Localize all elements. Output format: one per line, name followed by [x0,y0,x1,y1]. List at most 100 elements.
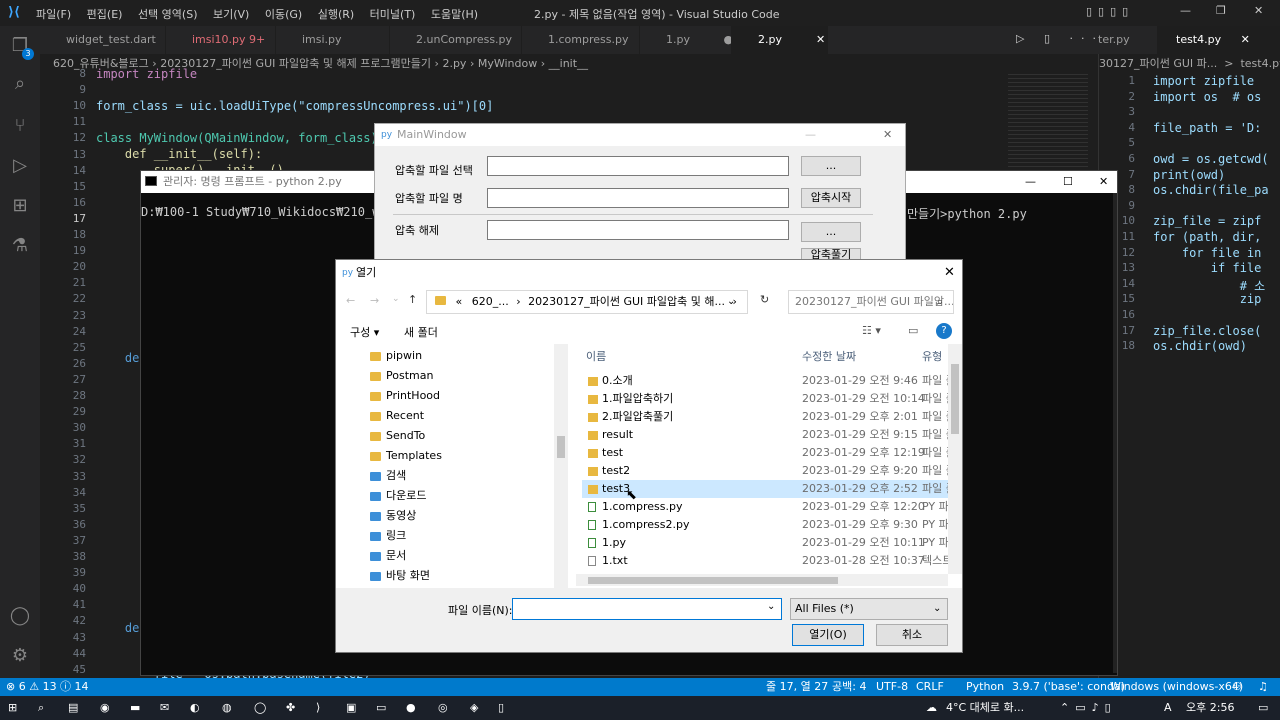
app-icon[interactable]: ▣ [346,696,356,720]
tree-item[interactable]: Postman [370,366,433,386]
edge-icon[interactable]: ◐ [190,696,200,720]
dialog-close-button[interactable]: ✕ [944,260,955,286]
qt-main-window[interactable]: py MainWindow — ✕ 압축할 파일 선택 ... 압축할 파일 명… [374,123,906,263]
task-view-icon[interactable]: ▤ [68,696,78,720]
encoding[interactable]: UTF-8 [876,678,908,696]
tray-icons[interactable]: ⌃▭♪▯ [1060,696,1117,720]
preview-pane-icon[interactable]: ▭ [908,324,918,337]
app-icon[interactable]: ● [406,696,416,720]
address-bar[interactable]: « 620_... › 20230127_파이썬 GUI 파일압축 및 해...… [426,290,748,314]
compress-start-button[interactable]: 압축시작 [801,188,861,208]
open-button[interactable]: 열기(O) [792,624,864,646]
file-row[interactable]: 2.파일압축풀기2023-01-29 오후 2:01파일 폴더 [582,408,952,426]
tab-close-icon[interactable]: ✕ [816,33,825,46]
app-icon[interactable]: ✤ [286,696,295,720]
breadcrumb-class[interactable]: MyWindow [478,57,537,70]
cmd-close-button[interactable]: ✕ [1099,171,1108,193]
chrome-icon[interactable]: ◉ [100,696,110,720]
browse-extract-button[interactable]: ... [801,222,861,242]
search-icon[interactable]: ⌕ [8,72,32,96]
tab-2py[interactable]: 2.py ✕ [732,26,828,54]
open-file-dialog[interactable]: py 열기 ✕ ← → ⌄ ↑ « 620_... › 20230127_파이썬… [335,259,963,653]
tab-uncompress[interactable]: 2.unCompress.py [390,26,522,54]
clock[interactable]: 오후 2:56 [1186,696,1234,720]
indentation[interactable]: 공백: 4 [832,678,866,696]
editor-actions[interactable]: ▷ ▯ ··· [1016,32,1104,45]
ime-indicator[interactable]: A [1164,696,1172,720]
refresh-icon[interactable]: ↻ [760,293,769,306]
extensions-icon[interactable]: ⊞ [8,194,32,218]
restore-button[interactable]: ❐ [1216,4,1226,17]
explorer-app-icon[interactable]: ▬ [130,696,140,720]
file-list[interactable]: 이름 수정한 날짜 유형 0.소개2023-01-29 오전 9:46파일 폴더… [576,344,954,588]
extract-file-input[interactable] [487,220,789,240]
notification-icon[interactable]: ▭ [1258,696,1268,720]
tree-item[interactable]: 검색 [370,466,406,486]
file-row[interactable]: test2023-01-29 오후 12:19파일 폴더 [582,444,952,462]
help-icon[interactable]: ? [936,323,952,339]
column-type[interactable]: 유형 [922,348,942,364]
address-separator[interactable]: › [516,295,520,308]
tree-item[interactable]: 동영상 [370,506,416,526]
tab-imsi10[interactable]: imsi10.py 9+ [166,26,276,54]
file-row[interactable]: test32023-01-29 오후 2:52파일 폴더 [582,480,952,498]
cmd-minimize-button[interactable]: — [1025,171,1036,193]
tab-imsi[interactable]: imsi.py [276,26,390,54]
organize-button[interactable]: 구성 ▾ [350,324,379,340]
settings-gear-icon[interactable]: ⚙ [8,644,32,668]
navigation-tree[interactable]: pipwin Postman PrintHood Recent SendTo Templa… [336,344,568,588]
up-arrow-icon[interactable]: ↑ [408,293,417,306]
vscode-taskbar-icon[interactable]: ⟩ [316,696,320,720]
account-icon[interactable]: ◯ [8,604,32,628]
taskbar-search-icon[interactable]: ⌕ [38,696,44,720]
qt-close-button[interactable]: ✕ [883,124,892,146]
language-mode[interactable]: Python [966,678,1004,696]
menu-terminal[interactable]: 터미널(T) [370,6,416,22]
terminal-icon[interactable]: ▭ [376,696,386,720]
tree-item[interactable]: Templates [370,446,442,466]
search-box[interactable]: 20230127_파이썬 GUI 파일압... ⌕ [788,290,954,314]
file-row[interactable]: test22023-01-29 오후 9:20파일 폴더 [582,462,952,480]
column-date[interactable]: 수정한 날짜 [802,348,856,364]
app-icon[interactable]: ◎ [438,696,448,720]
cursor-position[interactable]: 줄 17, 열 27 [766,678,828,696]
qt-minimize-button[interactable]: — [805,124,816,146]
file-row[interactable]: 0.소개2023-01-29 오전 9:46파일 폴더 [582,372,952,390]
address-dropdown-icon[interactable]: ⌄ [727,291,735,313]
menu-view[interactable]: 보기(V) [213,6,249,22]
filename-dropdown-icon[interactable]: ⌄ [767,601,775,612]
eol[interactable]: CRLF [916,678,944,696]
back-arrow-icon[interactable]: ← [346,294,355,307]
tree-item[interactable]: Recent [370,406,424,426]
browse-button[interactable]: ... [801,156,861,176]
firefox-icon[interactable]: ◍ [222,696,232,720]
file-row[interactable]: 1.파일압축하기2023-01-29 오전 10:14파일 폴더 [582,390,952,408]
menu-help[interactable]: 도움말(H) [431,6,478,22]
address-overflow[interactable]: « [456,295,463,308]
opera-icon[interactable]: ◯ [254,696,266,720]
tab-1py[interactable]: 1.py ● [640,26,732,54]
view-options-icon[interactable]: ☷ ▾ [862,324,881,337]
menu-selection[interactable]: 선택 영역(S) [138,6,198,22]
filename-input[interactable]: ⌄ [512,598,782,620]
tree-item[interactable]: 다운로드 [370,486,426,506]
cmd-maximize-button[interactable]: ☐ [1063,171,1073,193]
problems-indicator[interactable]: ⊗ 6 ⚠ 13 ⓘ 14 [6,678,89,696]
app-icon[interactable]: ◈ [470,696,478,720]
run-debug-icon[interactable]: ▷ [8,154,32,178]
minimize-button[interactable]: — [1180,4,1191,17]
new-folder-button[interactable]: 새 폴더 [404,324,438,340]
address-segment[interactable]: 20230127_파이썬 GUI 파일압축 및 해... [528,295,725,308]
forward-arrow-icon[interactable]: → [370,294,379,307]
layout-icons[interactable]: ▯▯▯▯ [1086,5,1134,18]
cmd-scrollbar[interactable] [1113,193,1117,673]
menu-go[interactable]: 이동(G) [265,6,302,22]
menu-file[interactable]: 파일(F) [36,6,71,22]
tab-test4[interactable]: test4.py ✕ [1158,26,1280,54]
close-button[interactable]: ✕ [1254,4,1263,17]
menu-edit[interactable]: 편집(E) [87,6,123,22]
split-editor[interactable]: 30127_파이썬 GUI 파... > test4.py 1234567891… [1098,54,1280,678]
tree-scrollbar-thumb[interactable] [557,436,565,458]
cancel-button[interactable]: 취소 [876,624,948,646]
file-row[interactable]: 1.compress2.py2023-01-29 오후 9:30PY 파일 [582,516,952,534]
